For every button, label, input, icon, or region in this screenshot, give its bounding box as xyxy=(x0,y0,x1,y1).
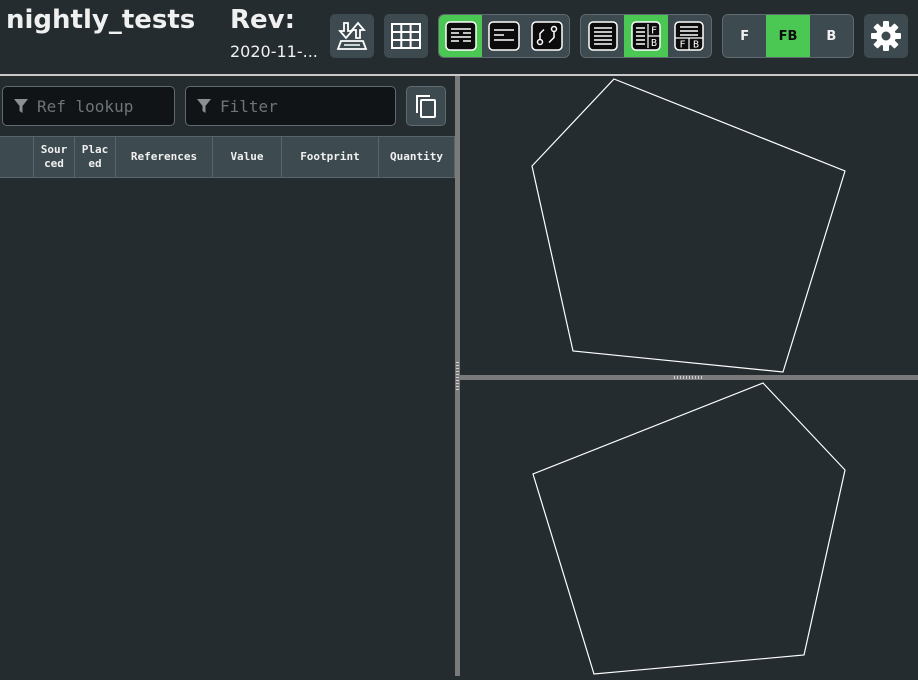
filter-icon xyxy=(197,99,211,113)
front-back-rows-button[interactable]: F B xyxy=(667,15,711,57)
front-layer-button[interactable]: F xyxy=(723,15,767,57)
back-layer-label: B xyxy=(826,28,837,44)
svg-text:B: B xyxy=(651,38,657,49)
ref-lookup-placeholder: Ref lookup xyxy=(37,96,134,116)
page-title: nightly_tests xyxy=(6,5,196,35)
quantity-column-header[interactable]: Quantity xyxy=(379,137,455,177)
bom-table-header: Sour ced Plac ed References Value Footpr… xyxy=(0,136,455,178)
placed-column-header[interactable]: Plac ed xyxy=(75,137,116,177)
front-canvas[interactable] xyxy=(460,76,918,375)
svg-text:B: B xyxy=(693,40,699,51)
checkbox-column-header[interactable] xyxy=(0,137,34,177)
front-layer-label: F xyxy=(740,28,750,44)
svg-text:F: F xyxy=(680,40,686,51)
vertical-splitter-grip[interactable] xyxy=(456,362,459,390)
gear-icon xyxy=(871,21,901,51)
front-back-layer-label: FB xyxy=(778,28,798,44)
filter-input[interactable]: Filter xyxy=(185,86,396,126)
bom-layout-icon xyxy=(444,21,477,51)
front-board-outline xyxy=(531,78,846,373)
grid-icon xyxy=(391,23,421,49)
sourced-column-header[interactable]: Sour ced xyxy=(34,137,75,177)
front-back-rows-icon: F B xyxy=(674,21,705,51)
layer-button-group: F FB B xyxy=(722,14,854,58)
layout-button-group xyxy=(438,14,570,58)
value-column-header[interactable]: Value xyxy=(213,137,282,177)
grid-button[interactable] xyxy=(384,14,428,58)
front-back-layer-button[interactable]: FB xyxy=(766,15,810,57)
settings-button[interactable] xyxy=(864,14,908,58)
ref-lookup-input[interactable]: Ref lookup xyxy=(2,86,175,126)
copy-button[interactable] xyxy=(406,86,446,126)
file-button[interactable] xyxy=(330,14,374,58)
filter-icon xyxy=(14,99,28,113)
back-canvas[interactable] xyxy=(460,380,918,676)
list-layout-icon xyxy=(488,21,520,51)
bom-layout-button[interactable] xyxy=(439,15,483,57)
front-back-columns-button[interactable]: F B xyxy=(624,15,668,57)
footprint-column-header[interactable]: Footprint xyxy=(282,137,379,177)
revision-label: Rev: xyxy=(230,5,295,35)
horizontal-splitter-grip[interactable] xyxy=(674,376,704,379)
filter-placeholder: Filter xyxy=(220,96,278,116)
bom-mode-button-group: F B F B xyxy=(580,14,712,58)
copy-icon xyxy=(416,95,436,118)
pcb-layout-button[interactable] xyxy=(525,15,569,57)
revision-value: 2020-11-... xyxy=(230,42,318,61)
single-table-icon xyxy=(587,21,618,51)
back-board-outline xyxy=(532,382,846,675)
upload-file-icon xyxy=(336,21,368,50)
references-column-header[interactable]: References xyxy=(116,137,213,177)
front-back-columns-icon: F B xyxy=(631,21,661,51)
back-layer-button[interactable]: B xyxy=(809,15,853,57)
list-layout-button[interactable] xyxy=(482,15,526,57)
single-table-button[interactable] xyxy=(581,15,625,57)
svg-text:F: F xyxy=(651,26,657,37)
pcb-layout-icon xyxy=(531,21,564,51)
